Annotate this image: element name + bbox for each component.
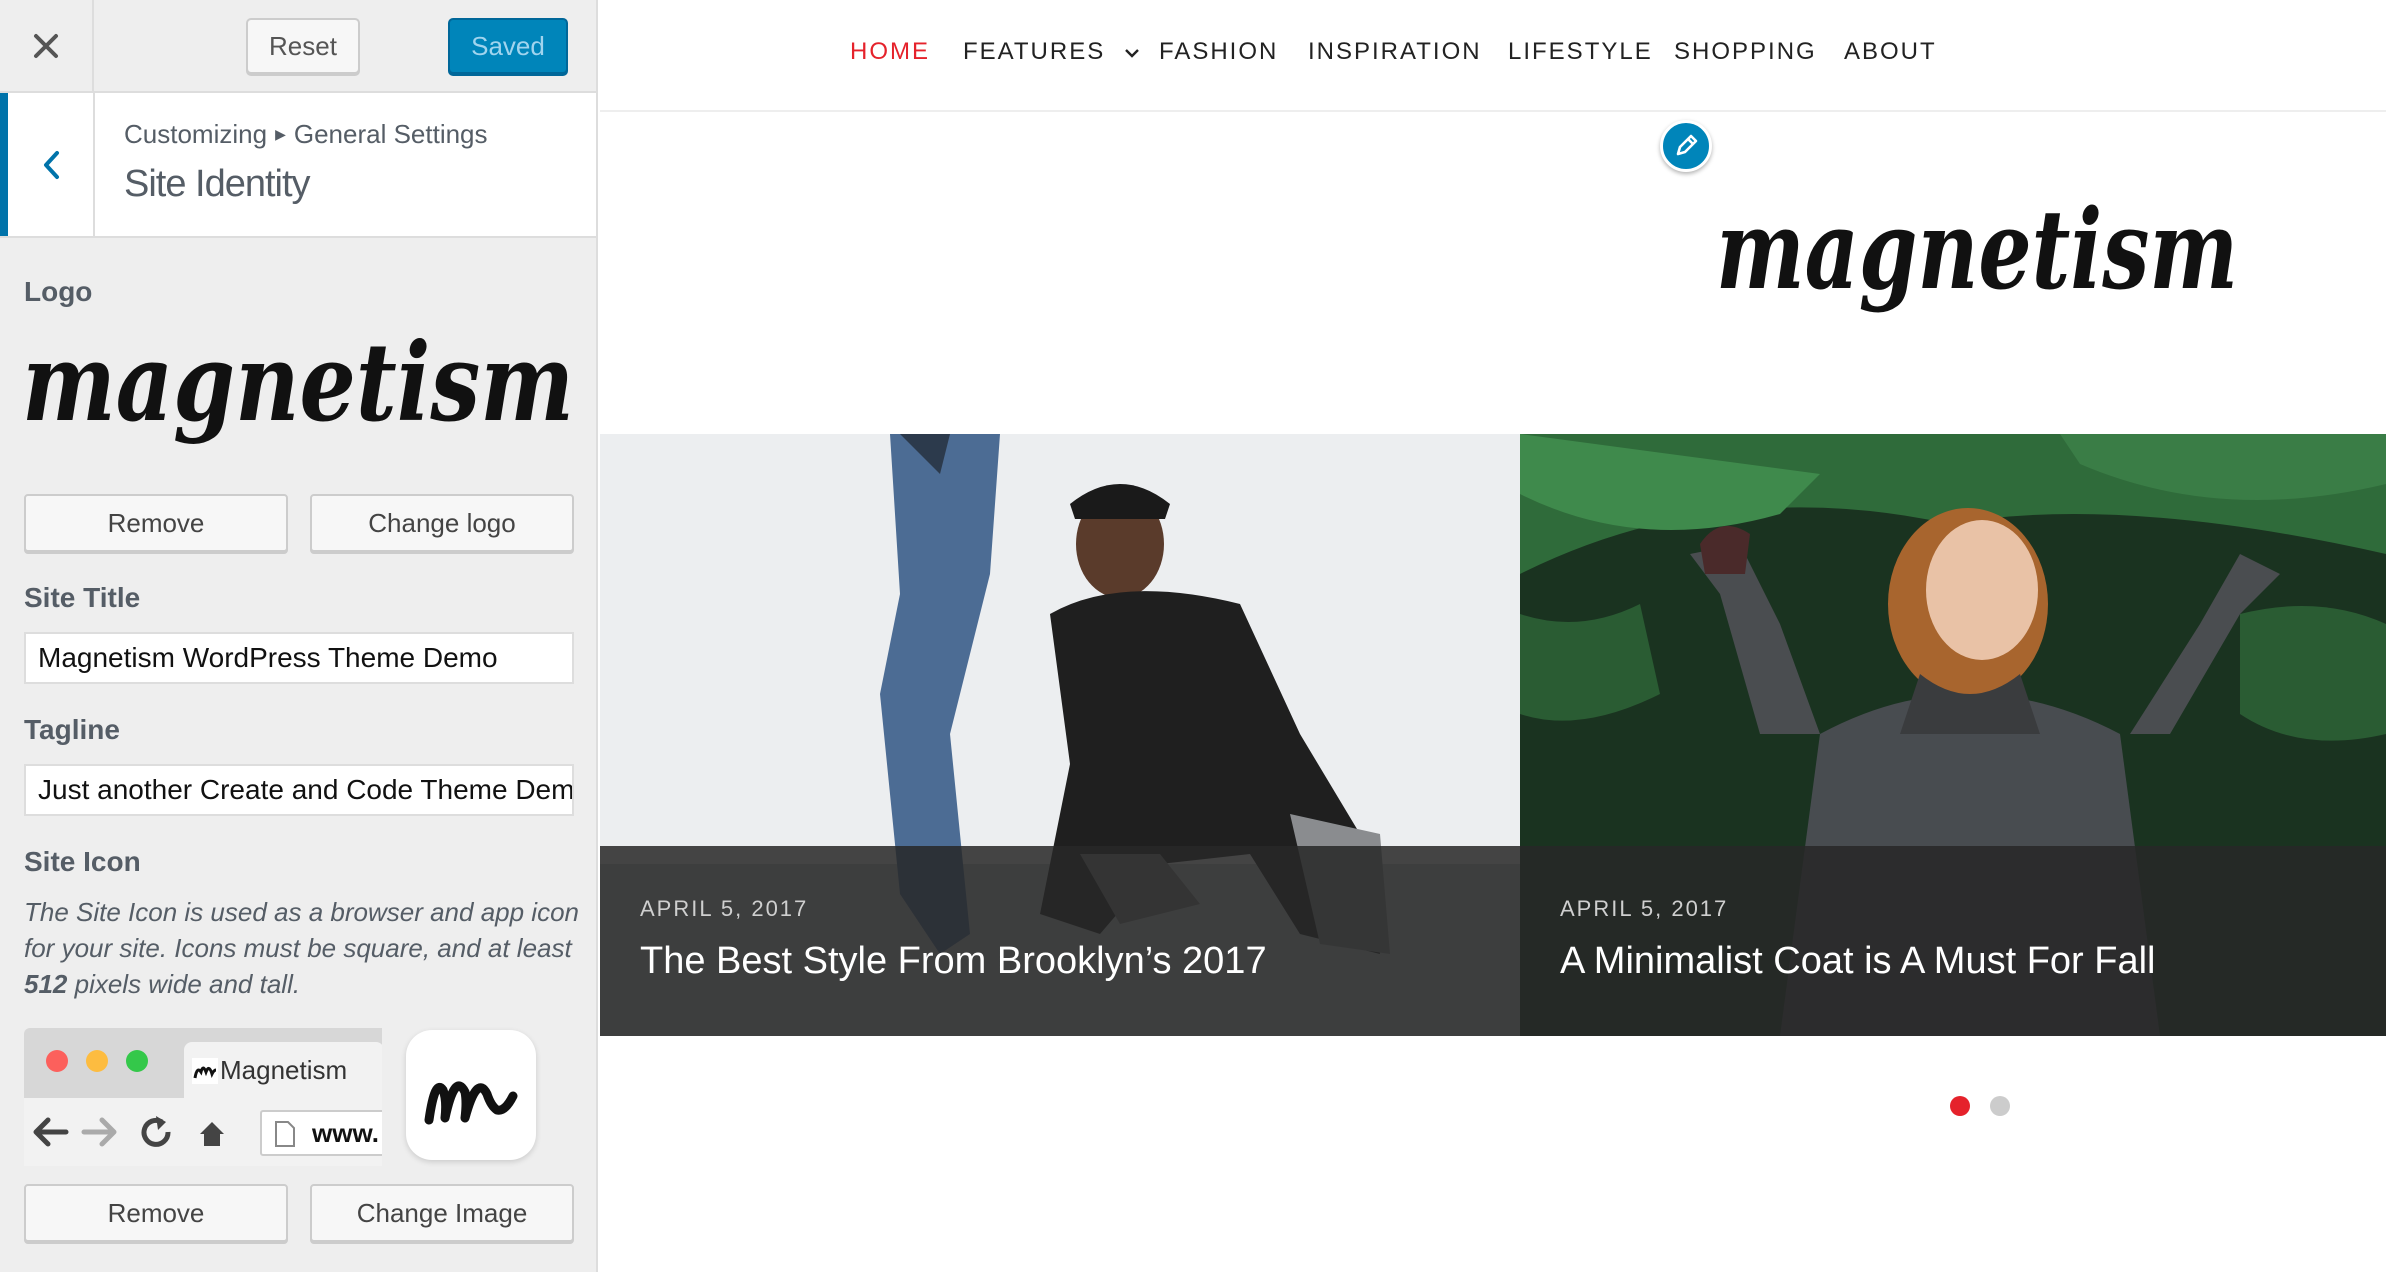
edit-logo-shortcut[interactable]: [1660, 120, 1712, 172]
svg-text:magnetism: magnetism: [22, 320, 574, 446]
close-icon: [34, 33, 58, 58]
site-icon-min-size: 512: [24, 969, 68, 999]
back-button[interactable]: [0, 93, 95, 236]
breadcrumb: Customizing ▶ General Settings: [124, 119, 488, 150]
site-icon-description-text: The Site Icon is used as a browser and a…: [24, 897, 579, 963]
slide-title[interactable]: A Minimalist Coat is A Must For Fall: [1560, 940, 2386, 983]
tagline-label: Tagline: [24, 714, 120, 745]
slide-date: APRIL 5, 2017: [640, 896, 809, 921]
nav-item-home[interactable]: HOME: [850, 38, 930, 66]
customizer-sidebar: Reset Saved Customizing ▶ General Settings…: [0, 0, 598, 1272]
url-text: www.: [312, 1117, 379, 1148]
chevron-down-icon: [1125, 49, 1139, 58]
breadcrumb-child: General Settings: [293, 119, 488, 149]
close-dot-icon: [46, 1050, 68, 1072]
magnetism-m-icon: [424, 1081, 518, 1125]
page-icon: [275, 1121, 295, 1147]
featured-slider: APRIL 5, 2017 The Best Style From Brookl…: [600, 434, 2386, 1036]
browser-tab: Magnetism: [184, 1042, 382, 1098]
nav-item-features[interactable]: FEATURES: [963, 38, 1140, 66]
browser-nav-icons: [33, 1116, 224, 1147]
section-title: Site Identity: [124, 163, 311, 205]
breadcrumb-parent: Customizing: [124, 119, 268, 149]
magnetism-logo-image: magnetism: [1716, 185, 2238, 314]
nav-item-about[interactable]: ABOUT: [1844, 38, 1937, 66]
site-icon-label: Site Icon: [24, 846, 141, 877]
url-field: www.: [260, 1110, 382, 1156]
section-header: Customizing ▶ General Settings Site Identi…: [0, 93, 596, 238]
site-title-input[interactable]: Magnetism WordPress Theme Demo: [24, 632, 574, 684]
change-site-icon-button[interactable]: Change Image: [310, 1184, 574, 1242]
pencil-icon: [1676, 134, 1698, 156]
slider-dot[interactable]: [1990, 1096, 2010, 1116]
tagline-input[interactable]: Just another Create and Code Theme Demo …: [24, 764, 574, 816]
nav-item-inspiration[interactable]: INSPIRATION: [1308, 38, 1482, 66]
slide-date: APRIL 5, 2017: [1560, 896, 1729, 921]
maximize-dot-icon: [126, 1050, 148, 1072]
browser-tab-title: Magnetism: [220, 1054, 348, 1085]
nav-item-lifestyle[interactable]: LIFESTYLE: [1508, 38, 1653, 66]
logo-preview[interactable]: magnetism: [20, 320, 580, 480]
magnetism-logo-image: magnetism: [22, 320, 574, 446]
nav-item-shopping[interactable]: SHOPPING: [1674, 38, 1817, 66]
reset-button[interactable]: Reset: [246, 18, 360, 74]
app-icon-preview: [406, 1030, 536, 1160]
change-logo-button[interactable]: Change logo: [310, 494, 574, 552]
site-title-label: Site Title: [24, 582, 141, 613]
remove-site-icon-button[interactable]: Remove: [24, 1184, 288, 1242]
chevron-left-icon: [43, 150, 59, 179]
slide-title[interactable]: The Best Style From Brooklyn’s 2017: [640, 940, 1520, 983]
nav-item-fashion[interactable]: FASHION: [1159, 38, 1278, 66]
nav-item-features-label: FEATURES: [963, 38, 1106, 65]
remove-logo-button[interactable]: Remove: [24, 494, 288, 552]
customizer-header: Reset Saved: [0, 0, 596, 93]
site-icon-description: The Site Icon is used as a browser and a…: [24, 894, 584, 1002]
favicon-icon: [192, 1058, 218, 1084]
logo-label: Logo: [24, 276, 93, 307]
primary-navigation: HOME FEATURES FASHION INSPIRATION LIFEST…: [600, 0, 2386, 112]
site-logo[interactable]: magnetism: [1710, 178, 2250, 363]
slide-item[interactable]: APRIL 5, 2017 The Best Style From Brookl…: [600, 434, 1520, 1036]
svg-text:magnetism: magnetism: [1716, 185, 2238, 314]
slide-caption: APRIL 5, 2017 A Minimalist Coat is A Mus…: [1520, 846, 2386, 1036]
slide-caption: APRIL 5, 2017 The Best Style From Brookl…: [600, 846, 1520, 1036]
close-customizer-button[interactable]: [0, 0, 94, 91]
site-preview: HOME FEATURES FASHION INSPIRATION LIFEST…: [600, 0, 2386, 1272]
site-icon-description-suffix: pixels wide and tall.: [67, 969, 301, 999]
breadcrumb-separator-icon: ▶: [275, 126, 286, 142]
minimize-dot-icon: [86, 1050, 108, 1072]
saved-button[interactable]: Saved: [448, 18, 568, 74]
slider-dot-active[interactable]: [1950, 1096, 1970, 1116]
browser-preview: Magnetism www.: [24, 1028, 382, 1166]
browser-toolbar: www.: [24, 1098, 382, 1166]
slide-item[interactable]: APRIL 5, 2017 A Minimalist Coat is A Mus…: [1520, 434, 2386, 1036]
